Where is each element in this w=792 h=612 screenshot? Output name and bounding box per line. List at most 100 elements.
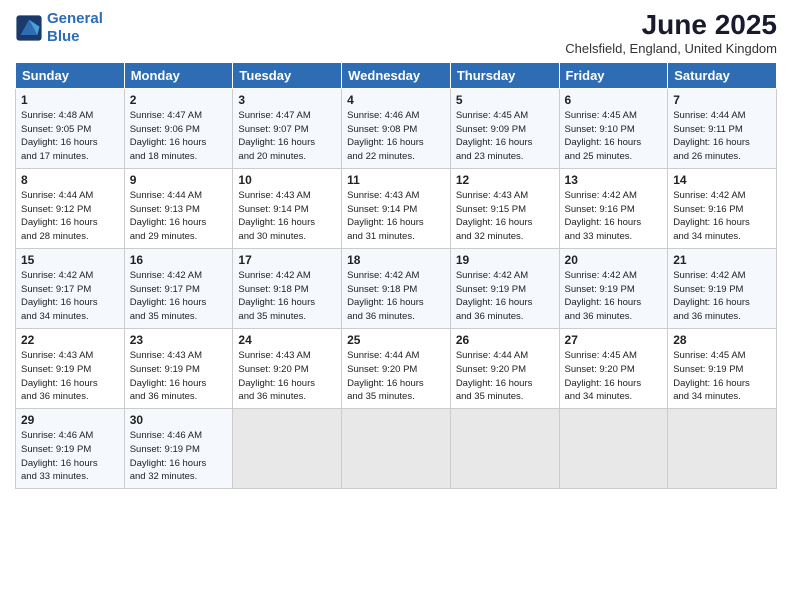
day-info: Sunrise: 4:47 AM Sunset: 9:06 PM Dayligh… [130,109,228,164]
day-number: 18 [347,253,445,267]
calendar-header-cell: Monday [124,62,233,88]
calendar-header-cell: Wednesday [342,62,451,88]
calendar-day-cell: 24Sunrise: 4:43 AM Sunset: 9:20 PM Dayli… [233,328,342,408]
day-info: Sunrise: 4:44 AM Sunset: 9:13 PM Dayligh… [130,189,228,244]
calendar-day-cell: 22Sunrise: 4:43 AM Sunset: 9:19 PM Dayli… [16,328,125,408]
calendar-day-cell: 10Sunrise: 4:43 AM Sunset: 9:14 PM Dayli… [233,168,342,248]
day-number: 7 [673,93,771,107]
calendar-day-cell: 12 Sunrise: 4:43 AM Sunset: 9:15 PM Dayli… [450,168,559,248]
day-info: Sunrise: 4:46 AM Sunset: 9:19 PM Dayligh… [130,429,228,484]
day-number: 23 [130,333,228,347]
calendar-day-cell: 4Sunrise: 4:46 AM Sunset: 9:08 PM Daylig… [342,88,451,168]
day-number: 16 [130,253,228,267]
calendar-day-cell: 1 Sunrise: 4:48 AM Sunset: 9:05 PM Daylig… [16,88,125,168]
calendar-day-cell: 8Sunrise: 4:44 AM Sunset: 9:12 PM Daylig… [16,168,125,248]
day-number: 21 [673,253,771,267]
day-number: 19 [456,253,554,267]
calendar-day-cell: 29Sunrise: 4:46 AM Sunset: 9:19 PM Dayli… [16,409,125,489]
calendar-week-row: 29 Sunrise: 4:46 AM Sunset: 9:19 PM Dayli… [16,409,777,489]
day-info: Sunrise: 4:42 AM Sunset: 9:18 PM Dayligh… [347,269,445,324]
calendar-day-cell [342,409,451,489]
day-info: Sunrise: 4:43 AM Sunset: 9:15 PM Dayligh… [456,189,554,244]
calendar-header-cell: Saturday [668,62,777,88]
day-number: 22 [21,333,119,347]
day-number: 30 [130,413,228,427]
day-info: Sunrise: 4:42 AM Sunset: 9:19 PM Dayligh… [456,269,554,324]
calendar-body: 1 Sunrise: 4:48 AM Sunset: 9:05 PM Daylig… [16,88,777,488]
logo-icon [15,14,43,42]
calendar-header-cell: Sunday [16,62,125,88]
day-info: Sunrise: 4:44 AM Sunset: 9:20 PM Dayligh… [456,349,554,404]
day-number: 20 [565,253,663,267]
day-info: Sunrise: 4:42 AM Sunset: 9:18 PM Dayligh… [238,269,336,324]
calendar-header-cell: Thursday [450,62,559,88]
calendar-day-cell: 17 Sunrise: 4:42 AM Sunset: 9:18 PM Dayli… [233,248,342,328]
calendar-day-cell: 15 Sunrise: 4:42 AM Sunset: 9:17 PM Dayli… [16,248,125,328]
calendar-day-cell: 25 Sunrise: 4:44 AM Sunset: 9:20 PM Dayli… [342,328,451,408]
calendar-week-row: 1 Sunrise: 4:48 AM Sunset: 9:05 PM Daylig… [16,88,777,168]
calendar-header-row: SundayMondayTuesdayWednesdayThursdayFrid… [16,62,777,88]
day-number: 5 [456,93,554,107]
calendar-day-cell: 21Sunrise: 4:42 AM Sunset: 9:19 PM Dayli… [668,248,777,328]
calendar-day-cell: 23 Sunrise: 4:43 AM Sunset: 9:19 PM Dayli… [124,328,233,408]
calendar-day-cell: 28 Sunrise: 4:45 AM Sunset: 9:19 PM Dayli… [668,328,777,408]
day-info: Sunrise: 4:42 AM Sunset: 9:19 PM Dayligh… [565,269,663,324]
day-number: 28 [673,333,771,347]
day-info: Sunrise: 4:44 AM Sunset: 9:12 PM Dayligh… [21,189,119,244]
calendar-day-cell: 13 Sunrise: 4:42 AM Sunset: 9:16 PM Dayli… [559,168,668,248]
calendar-week-row: 15 Sunrise: 4:42 AM Sunset: 9:17 PM Dayli… [16,248,777,328]
logo-line1: General [47,10,103,27]
calendar-week-row: 8Sunrise: 4:44 AM Sunset: 9:12 PM Daylig… [16,168,777,248]
day-number: 2 [130,93,228,107]
main-title: June 2025 [565,10,777,41]
page: General Blue June 2025 Chelsfield, Engla… [0,0,792,612]
day-info: Sunrise: 4:42 AM Sunset: 9:17 PM Dayligh… [21,269,119,324]
day-info: Sunrise: 4:45 AM Sunset: 9:19 PM Dayligh… [673,349,771,404]
day-number: 24 [238,333,336,347]
calendar-day-cell: 30 Sunrise: 4:46 AM Sunset: 9:19 PM Dayli… [124,409,233,489]
calendar-day-cell: 2 Sunrise: 4:47 AM Sunset: 9:06 PM Daylig… [124,88,233,168]
calendar-day-cell [233,409,342,489]
calendar-day-cell [668,409,777,489]
day-info: Sunrise: 4:43 AM Sunset: 9:14 PM Dayligh… [347,189,445,244]
day-number: 27 [565,333,663,347]
day-number: 1 [21,93,119,107]
day-number: 9 [130,173,228,187]
calendar-day-cell: 7Sunrise: 4:44 AM Sunset: 9:11 PM Daylig… [668,88,777,168]
calendar-week-row: 22 Sunrise: 4:43 AM Sunset: 9:19 PM Dayli… [16,328,777,408]
day-info: Sunrise: 4:42 AM Sunset: 9:16 PM Dayligh… [565,189,663,244]
day-number: 12 [456,173,554,187]
subtitle: Chelsfield, England, United Kingdom [565,41,777,56]
calendar-day-cell [450,409,559,489]
day-number: 11 [347,173,445,187]
day-info: Sunrise: 4:44 AM Sunset: 9:20 PM Dayligh… [347,349,445,404]
calendar-day-cell: 20 Sunrise: 4:42 AM Sunset: 9:19 PM Dayli… [559,248,668,328]
day-info: Sunrise: 4:42 AM Sunset: 9:17 PM Dayligh… [130,269,228,324]
calendar-day-cell: 26Sunrise: 4:44 AM Sunset: 9:20 PM Dayli… [450,328,559,408]
header: General Blue June 2025 Chelsfield, Engla… [15,10,777,56]
calendar-day-cell [559,409,668,489]
calendar-day-cell: 3 Sunrise: 4:47 AM Sunset: 9:07 PM Daylig… [233,88,342,168]
logo-line2: Blue [47,28,80,45]
day-info: Sunrise: 4:42 AM Sunset: 9:16 PM Dayligh… [673,189,771,244]
day-info: Sunrise: 4:48 AM Sunset: 9:05 PM Dayligh… [21,109,119,164]
calendar-day-cell: 6Sunrise: 4:45 AM Sunset: 9:10 PM Daylig… [559,88,668,168]
day-info: Sunrise: 4:46 AM Sunset: 9:08 PM Dayligh… [347,109,445,164]
day-number: 17 [238,253,336,267]
day-info: Sunrise: 4:45 AM Sunset: 9:10 PM Dayligh… [565,109,663,164]
day-info: Sunrise: 4:45 AM Sunset: 9:20 PM Dayligh… [565,349,663,404]
calendar-day-cell: 27 Sunrise: 4:45 AM Sunset: 9:20 PM Dayli… [559,328,668,408]
logo: General Blue [15,10,103,46]
calendar-day-cell: 18 Sunrise: 4:42 AM Sunset: 9:18 PM Dayli… [342,248,451,328]
day-number: 25 [347,333,445,347]
day-info: Sunrise: 4:43 AM Sunset: 9:19 PM Dayligh… [130,349,228,404]
day-number: 13 [565,173,663,187]
day-info: Sunrise: 4:47 AM Sunset: 9:07 PM Dayligh… [238,109,336,164]
day-number: 14 [673,173,771,187]
calendar-day-cell: 9 Sunrise: 4:44 AM Sunset: 9:13 PM Daylig… [124,168,233,248]
day-number: 10 [238,173,336,187]
day-number: 29 [21,413,119,427]
day-number: 15 [21,253,119,267]
calendar-day-cell: 14 Sunrise: 4:42 AM Sunset: 9:16 PM Dayli… [668,168,777,248]
day-number: 3 [238,93,336,107]
